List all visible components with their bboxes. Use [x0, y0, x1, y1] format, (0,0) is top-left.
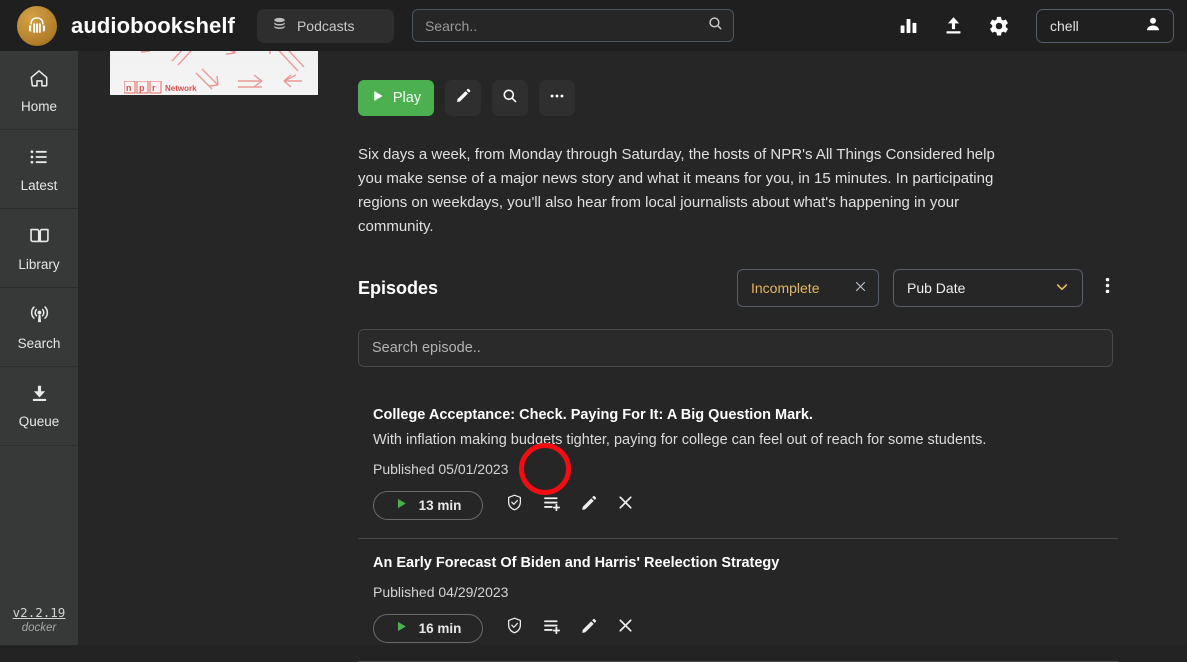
- shield-check-icon: [505, 616, 524, 640]
- episode-filter-label: Incomplete: [751, 280, 819, 296]
- svg-text:p: p: [139, 83, 145, 93]
- sidebar-item-label: Search: [18, 336, 61, 351]
- dots-vertical-icon: [1105, 275, 1110, 301]
- shield-check-icon: [505, 493, 524, 517]
- audiobookshelf-logo-icon[interactable]: [17, 6, 57, 46]
- playlist-add-icon: [542, 616, 562, 641]
- search-input[interactable]: [412, 9, 734, 42]
- version-number[interactable]: v2.2.19: [0, 605, 78, 620]
- version-info: v2.2.19 docker: [0, 605, 78, 645]
- close-x-icon: [616, 493, 635, 517]
- pencil-icon: [580, 494, 598, 517]
- svg-text:Network: Network: [165, 84, 197, 93]
- more-options-button[interactable]: [539, 80, 575, 116]
- svg-text:n: n: [126, 83, 132, 93]
- magnifier-icon: [501, 87, 519, 110]
- add-to-queue-button[interactable]: [533, 490, 570, 520]
- episode-sort-chip[interactable]: Pub Date: [893, 269, 1083, 307]
- playlist-add-icon: [542, 493, 562, 518]
- sidebar-item-search[interactable]: Search: [0, 288, 78, 367]
- sidebar-item-home[interactable]: Home: [0, 51, 78, 130]
- user-icon: [1144, 15, 1162, 36]
- sidebar-item-label: Library: [18, 257, 59, 272]
- episode-title: An Early Forecast Of Biden and Harris' R…: [373, 555, 1118, 571]
- pencil-icon: [580, 617, 598, 640]
- find-episodes-button[interactable]: [492, 80, 528, 116]
- mark-finished-button[interactable]: [496, 490, 533, 520]
- play-icon: [371, 89, 385, 107]
- topbar-actions: chell: [898, 9, 1174, 43]
- chevron-down-icon: [1054, 279, 1070, 298]
- download-icon: [29, 383, 50, 407]
- global-search: [412, 9, 734, 42]
- close-x-icon[interactable]: [853, 279, 868, 297]
- podcast-description: Six days a week, from Monday through Sat…: [358, 143, 1023, 239]
- svg-text:r: r: [152, 83, 156, 93]
- edit-podcast-button[interactable]: [445, 80, 481, 116]
- home-icon: [28, 67, 50, 92]
- book-open-icon: [28, 224, 51, 250]
- podcast-action-row: Play: [358, 80, 1118, 116]
- episodes-header: Episodes Incomplete Pub Date: [358, 269, 1118, 307]
- edit-episode-button[interactable]: [570, 490, 607, 520]
- app-title: audiobookshelf: [71, 13, 235, 39]
- edit-episode-button[interactable]: [570, 613, 607, 643]
- version-environment: docker: [0, 622, 78, 634]
- episode-duration: 13 min: [419, 498, 462, 513]
- sidebar-spacer: [0, 446, 78, 605]
- play-icon: [395, 620, 408, 636]
- library-selector-label: Podcasts: [297, 18, 355, 34]
- episode-controls: 13 min: [373, 490, 1118, 538]
- episode-row[interactable]: College Acceptance: Check. Paying For It…: [358, 391, 1118, 538]
- sidebar-item-queue[interactable]: Queue: [0, 367, 78, 446]
- account-menu[interactable]: chell: [1036, 9, 1174, 43]
- list-icon: [28, 146, 50, 171]
- mark-finished-button[interactable]: [496, 613, 533, 643]
- episode-controls: 16 min: [373, 613, 1118, 661]
- close-x-icon: [616, 616, 635, 640]
- remove-episode-button[interactable]: [607, 490, 644, 520]
- upload-icon[interactable]: [943, 15, 964, 36]
- ellipsis-icon: [548, 87, 566, 110]
- library-selector[interactable]: Podcasts: [257, 9, 394, 43]
- database-icon: [271, 16, 288, 36]
- episode-play-duration-button[interactable]: 13 min: [373, 491, 483, 520]
- remove-episode-button[interactable]: [607, 613, 644, 643]
- episodes-options-button[interactable]: [1096, 269, 1118, 307]
- play-button[interactable]: Play: [358, 80, 434, 116]
- top-navigation-bar: audiobookshelf Podcasts: [0, 0, 1187, 51]
- episode-search-input[interactable]: [358, 329, 1113, 367]
- sidebar-item-label: Home: [21, 99, 57, 114]
- episode-filter-chip[interactable]: Incomplete: [737, 269, 879, 307]
- episode-row[interactable]: An Early Forecast Of Biden and Harris' R…: [358, 538, 1118, 661]
- podcast-detail-main: Play Six days a: [358, 51, 1118, 662]
- sidebar-item-label: Queue: [19, 414, 60, 429]
- episodes-title: Episodes: [358, 278, 438, 299]
- sidebar-item-label: Latest: [21, 178, 58, 193]
- account-name: chell: [1050, 18, 1079, 34]
- play-button-label: Play: [393, 90, 421, 106]
- episode-published: Published 05/01/2023: [373, 461, 1118, 477]
- episode-title: College Acceptance: Check. Paying For It…: [373, 407, 1118, 423]
- episode-description: With inflation making budgets tighter, p…: [373, 432, 1118, 448]
- stats-bar-chart-icon[interactable]: [898, 15, 919, 36]
- sidebar-item-library[interactable]: Library: [0, 209, 78, 288]
- episode-duration: 16 min: [419, 621, 462, 636]
- episode-play-duration-button[interactable]: 16 min: [373, 614, 483, 643]
- episode-sort-label: Pub Date: [907, 280, 965, 296]
- add-to-queue-button[interactable]: [533, 613, 570, 643]
- play-icon: [395, 497, 408, 513]
- gear-icon[interactable]: [988, 15, 1010, 37]
- episode-list: College Acceptance: Check. Paying For It…: [358, 391, 1118, 662]
- sidebar-item-latest[interactable]: Latest: [0, 130, 78, 209]
- podcast-broadcast-icon: [28, 303, 51, 329]
- left-sidebar: Home Latest Library: [0, 51, 78, 645]
- episode-published: Published 04/29/2023: [373, 584, 1118, 600]
- pencil-icon: [455, 87, 472, 109]
